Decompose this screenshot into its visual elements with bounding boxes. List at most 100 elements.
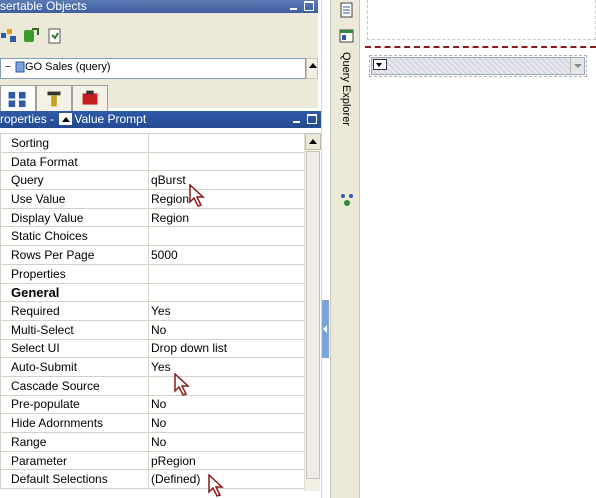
insertable-objects-tree[interactable]: − GO Sales (query) — [0, 58, 306, 79]
document-icon[interactable] — [46, 27, 64, 45]
tab-toolbox-icon[interactable] — [72, 85, 108, 113]
property-name: Cascade Source — [0, 375, 149, 396]
page-explorer-icon[interactable] — [339, 2, 355, 18]
properties-grid: Sorting Data Format Query qBurst Use Value Re… — [0, 133, 304, 491]
property-row[interactable]: Range No — [0, 432, 304, 452]
tab-data-items-icon[interactable] — [36, 85, 72, 113]
tree-scrollbar[interactable] — [306, 58, 318, 79]
property-name: Default Selections — [0, 469, 149, 490]
property-value[interactable]: qBurst — [148, 170, 304, 191]
value-prompt-control[interactable] — [369, 55, 587, 77]
property-value[interactable]: No — [148, 394, 304, 415]
refresh-icon[interactable] — [22, 27, 40, 45]
property-name: Query — [0, 170, 149, 191]
property-row[interactable]: Hide Adornments No — [0, 413, 304, 433]
property-value[interactable] — [148, 226, 304, 247]
scroll-up-icon[interactable] — [305, 133, 321, 150]
property-row[interactable]: Static Choices — [0, 226, 304, 247]
query-explorer-tab[interactable]: Query Explorer — [332, 52, 358, 152]
tab-source-icon[interactable] — [0, 85, 36, 113]
maximize-icon[interactable] — [304, 1, 314, 11]
minimize-icon[interactable] — [289, 1, 299, 11]
property-value[interactable]: No — [148, 432, 304, 452]
query-explorer-icon[interactable] — [339, 28, 355, 44]
insertable-objects-header: sertable Objects — [0, 0, 318, 13]
property-name: Sorting — [0, 133, 149, 153]
tree-item-go-sales[interactable]: GO Sales (query) — [25, 61, 111, 73]
property-row[interactable]: Required Yes — [0, 301, 304, 321]
property-value[interactable] — [148, 263, 304, 284]
page-body-separator — [365, 46, 596, 48]
property-row[interactable]: Parameter pRegion — [0, 450, 304, 471]
property-value[interactable]: Yes — [148, 357, 304, 377]
property-value[interactable]: (Defined) — [148, 469, 304, 490]
properties-object-name: Value Prompt — [74, 112, 147, 126]
property-row[interactable]: Auto-Submit Yes — [0, 357, 304, 377]
header-block[interactable] — [367, 0, 596, 40]
property-name: Rows Per Page — [0, 245, 149, 265]
property-row[interactable]: Rows Per Page 5000 — [0, 245, 304, 265]
property-value[interactable]: Region — [148, 189, 304, 209]
condition-explorer-icon[interactable] — [339, 192, 355, 208]
cursor-arrow-icon — [174, 373, 190, 396]
property-value[interactable]: pRegion — [148, 450, 304, 471]
property-name: Display Value — [0, 207, 149, 228]
chevron-down-icon[interactable] — [570, 58, 584, 74]
property-row[interactable]: Sorting — [0, 133, 304, 153]
collapse-pane-icon[interactable] — [322, 300, 329, 358]
tree-collapse-icon[interactable]: − — [5, 62, 11, 73]
property-value[interactable]: No — [148, 413, 304, 433]
query-explorer-label: Query Explorer — [340, 52, 352, 126]
property-value[interactable] — [148, 133, 304, 153]
property-name: Range — [0, 432, 149, 452]
property-name: Properties — [0, 263, 149, 284]
property-row[interactable]: Multi-Select No — [0, 319, 304, 340]
property-name: Required — [0, 301, 149, 321]
insertable-objects-tabs — [0, 85, 318, 113]
property-value[interactable]: Drop down list — [148, 338, 304, 359]
property-name: Multi-Select — [0, 319, 149, 340]
property-row[interactable]: Properties — [0, 263, 304, 284]
property-row[interactable]: Cascade Source — [0, 375, 304, 396]
property-value[interactable] — [148, 375, 304, 396]
value-prompt-icon — [59, 113, 73, 125]
property-row[interactable]: Default Selections (Defined) — [0, 469, 304, 490]
dropdown-prompt-icon — [373, 59, 387, 70]
pane-splitter[interactable] — [321, 0, 329, 498]
properties-table: Sorting Data Format Query qBurst Use Value Re… — [0, 133, 304, 490]
property-value[interactable]: Yes — [148, 301, 304, 321]
property-section-row[interactable]: General — [0, 282, 304, 303]
property-value[interactable] — [148, 151, 304, 172]
property-row[interactable]: Display Value Region — [0, 207, 304, 228]
property-row[interactable]: Pre-populate No — [0, 394, 304, 415]
properties-title: roperties - Value Prompt — [0, 111, 146, 128]
property-name: Parameter — [0, 450, 149, 471]
property-name: Use Value — [0, 189, 149, 209]
cursor-arrow-icon — [189, 184, 205, 207]
property-name: Hide Adornments — [0, 413, 149, 433]
property-value[interactable]: No — [148, 319, 304, 340]
property-name: Select UI — [0, 338, 149, 359]
insertable-objects-toolbar — [0, 27, 80, 47]
source-icon[interactable] — [0, 27, 18, 45]
maximize-icon[interactable] — [307, 114, 317, 124]
value-prompt-dropdown[interactable] — [371, 57, 585, 75]
property-name: Auto-Submit — [0, 357, 149, 377]
property-row[interactable]: Query qBurst — [0, 170, 304, 191]
property-name: Static Choices — [0, 226, 149, 247]
properties-header: roperties - Value Prompt — [0, 111, 322, 128]
property-value[interactable]: 5000 — [148, 245, 304, 265]
property-row[interactable]: Select UI Drop down list — [0, 338, 304, 359]
property-row[interactable]: Data Format — [0, 151, 304, 172]
scrollbar-thumb[interactable] — [306, 151, 320, 479]
query-icon — [15, 61, 25, 73]
cursor-arrow-icon — [208, 474, 224, 497]
property-section-name: General — [0, 282, 149, 303]
property-value[interactable]: Region — [148, 207, 304, 228]
property-row[interactable]: Use Value Region — [0, 189, 304, 209]
property-name: Data Format — [0, 151, 149, 172]
properties-scrollbar[interactable] — [304, 133, 321, 491]
minimize-icon[interactable] — [292, 114, 302, 124]
properties-title-prefix: roperties - — [0, 112, 58, 126]
property-value[interactable] — [148, 282, 304, 303]
